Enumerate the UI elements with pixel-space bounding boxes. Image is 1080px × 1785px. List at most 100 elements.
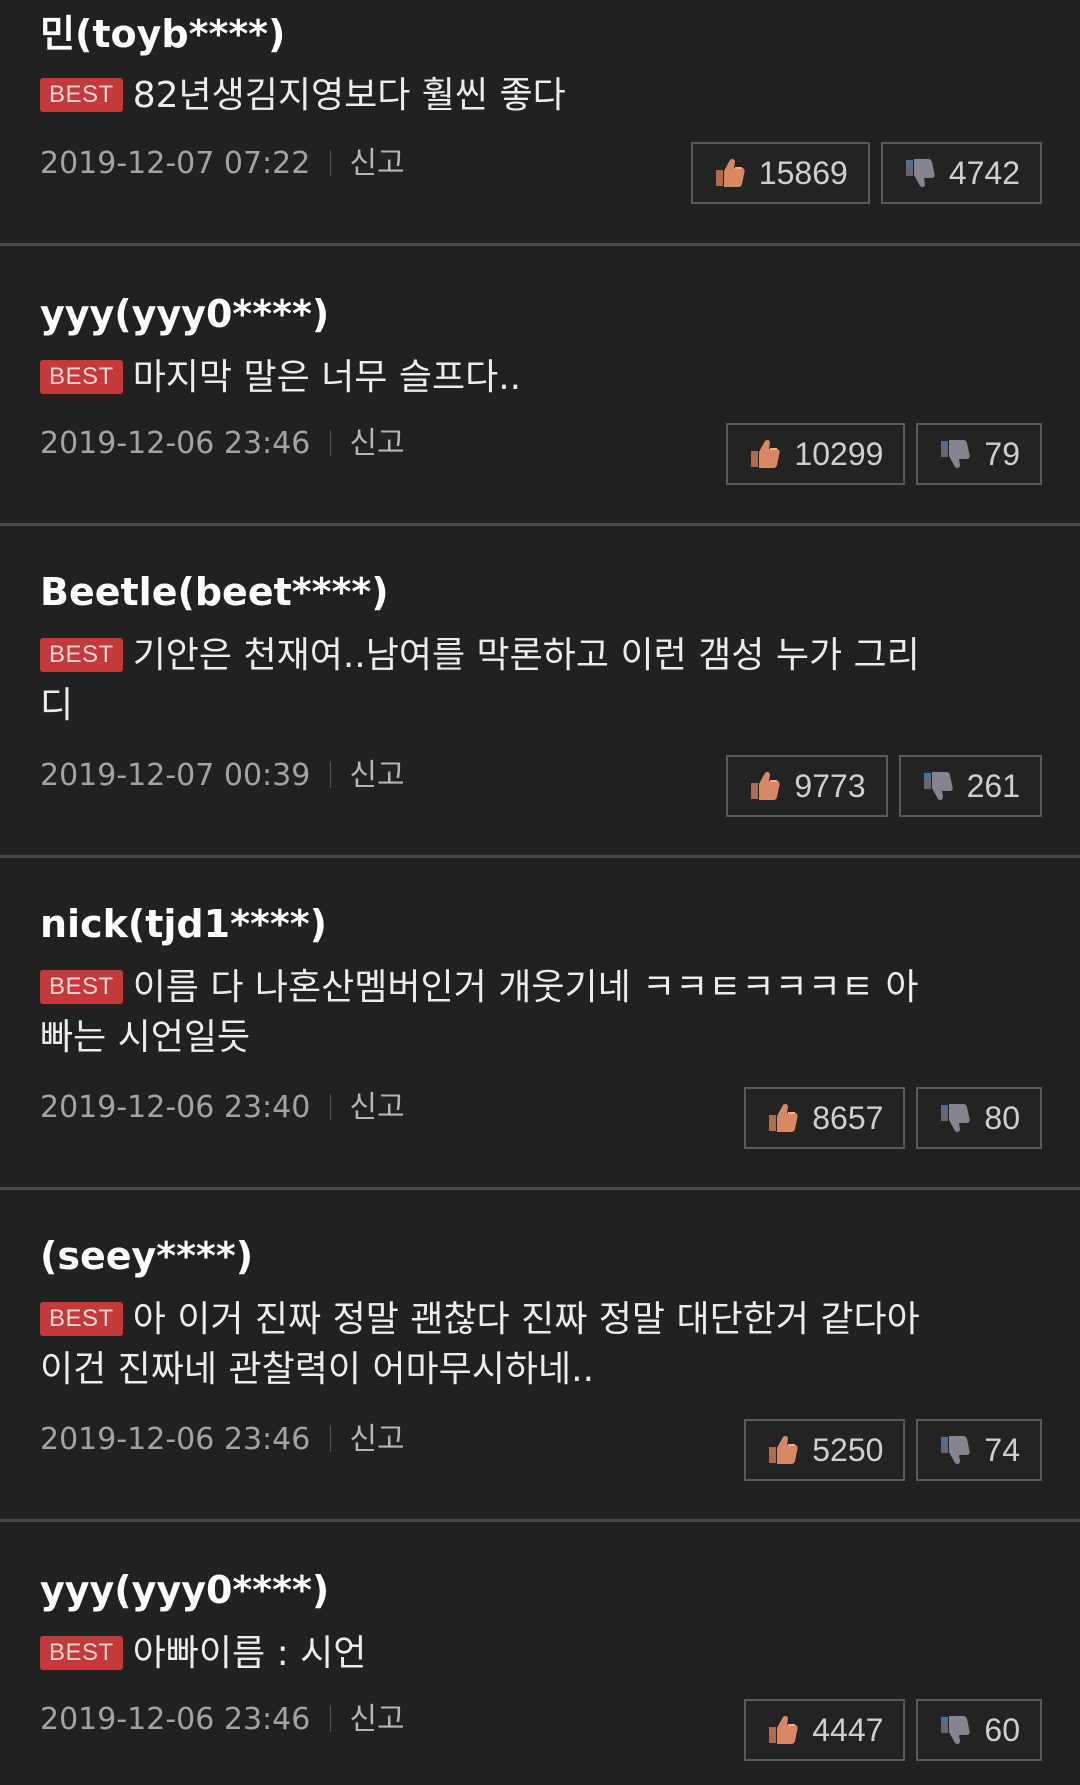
comment-meta: 2019-12-06 23:46 신고 xyxy=(40,424,405,464)
like-button[interactable]: 10299 xyxy=(726,423,906,485)
comment-date: 2019-12-06 23:46 xyxy=(40,426,311,461)
dislike-count: 4742 xyxy=(948,154,1020,191)
comment-username[interactable]: 민(toyb****) xyxy=(40,10,285,58)
meta-divider xyxy=(330,762,332,788)
like-button[interactable]: 5250 xyxy=(744,1419,906,1481)
dislike-count: 79 xyxy=(984,435,1020,472)
report-button[interactable]: 신고 xyxy=(349,1422,404,1457)
comment-text: 82년생김지영보다 훨씬 좋다 xyxy=(132,75,566,116)
best-badge: BEST xyxy=(40,638,123,672)
report-button[interactable]: 신고 xyxy=(349,146,404,181)
like-button[interactable]: 4447 xyxy=(744,1699,906,1761)
report-button[interactable]: 신고 xyxy=(349,1702,404,1737)
comment-meta: 2019-12-06 23:40 신고 xyxy=(40,1088,405,1128)
vote-buttons: 5250 74 xyxy=(744,1419,1042,1481)
dislike-count: 261 xyxy=(966,767,1020,804)
best-badge: BEST xyxy=(40,1302,123,1336)
like-count: 9773 xyxy=(794,767,866,804)
meta-divider xyxy=(330,1706,332,1732)
dislike-button[interactable]: 4742 xyxy=(880,142,1042,204)
comment-username[interactable]: yyy(yyy0****) xyxy=(40,1566,329,1614)
thumbs-down-icon xyxy=(941,440,971,469)
thumbs-down-icon xyxy=(923,772,953,801)
meta-divider xyxy=(330,1426,332,1452)
comment-text-line: 디 xyxy=(40,680,1015,732)
comment-text: 기안은 천재여..남여를 막론하고 이런 갬성 누가 그리 xyxy=(132,635,920,676)
thumbs-down-icon xyxy=(941,1104,971,1133)
best-badge: BEST xyxy=(40,360,123,394)
comment-text-line: BEST 아 이거 진짜 정말 괜찮다 진짜 정말 대단한거 같다아 xyxy=(40,1294,1015,1346)
dislike-button[interactable]: 261 xyxy=(898,755,1042,817)
comment-item: yyy(yyy0****) BEST 아빠이름 : 시언 2019-12-06 23:… xyxy=(0,1522,1080,1785)
report-button[interactable]: 신고 xyxy=(349,1090,404,1125)
comment-list: 민(toyb****) BEST 82년생김지영보다 훨씬 좋다 2019-12-07… xyxy=(0,0,1080,1785)
thumbs-up-icon xyxy=(751,771,781,800)
comment-username[interactable]: Beetle(beet****) xyxy=(40,568,389,616)
like-count: 4447 xyxy=(812,1711,884,1748)
best-badge: BEST xyxy=(40,970,123,1004)
report-button[interactable]: 신고 xyxy=(349,758,404,793)
dislike-button[interactable]: 79 xyxy=(916,423,1042,485)
comment-date: 2019-12-07 07:22 xyxy=(40,146,311,181)
comment-text: 아빠이름 : 시언 xyxy=(132,1633,367,1674)
like-count: 10299 xyxy=(794,435,884,472)
thumbs-down-icon xyxy=(941,1436,971,1465)
comment-text: 디 xyxy=(40,685,74,726)
thumbs-up-icon xyxy=(751,439,781,468)
comment-text-line: BEST 이름 다 나혼산멤버인거 개웃기네 ㅋㅋㅌㅋㅋㅋㅌ 아 xyxy=(40,962,1015,1014)
comment-text-line: 빠는 시언일듯 xyxy=(40,1012,1015,1064)
comment-date: 2019-12-06 23:40 xyxy=(40,1090,311,1125)
comment-text: 이름 다 나혼산멤버인거 개웃기네 ㅋㅋㅌㅋㅋㅋㅌ 아 xyxy=(132,967,919,1008)
dislike-count: 74 xyxy=(984,1431,1020,1468)
comment-meta: 2019-12-06 23:46 신고 xyxy=(40,1420,405,1460)
comment-username[interactable]: yyy(yyy0****) xyxy=(40,290,329,338)
meta-divider xyxy=(330,150,332,176)
dislike-count: 80 xyxy=(984,1099,1020,1136)
meta-divider xyxy=(330,430,332,456)
thumbs-up-icon xyxy=(715,158,745,187)
vote-buttons: 10299 79 xyxy=(726,423,1042,485)
comment-date: 2019-12-06 23:46 xyxy=(40,1702,311,1737)
vote-buttons: 8657 80 xyxy=(744,1087,1042,1149)
thumbs-up-icon xyxy=(769,1435,798,1464)
comment-item: nick(tjd1****) BEST 이름 다 나혼산멤버인거 개웃기네 ㅋㅋㅌㅋ… xyxy=(0,858,1080,1190)
comment-meta: 2019-12-07 07:22 신고 xyxy=(40,144,405,184)
vote-buttons: 4447 60 xyxy=(744,1699,1042,1761)
report-button[interactable]: 신고 xyxy=(349,426,404,461)
dislike-button[interactable]: 60 xyxy=(916,1699,1042,1761)
dislike-button[interactable]: 80 xyxy=(916,1087,1042,1149)
comment-text-line: BEST 마지막 말은 너무 슬프다.. xyxy=(40,352,1015,404)
like-button[interactable]: 8657 xyxy=(744,1087,906,1149)
thumbs-down-icon xyxy=(905,159,935,188)
comment-username[interactable]: (seey****) xyxy=(40,1232,253,1280)
vote-buttons: 9773 261 xyxy=(726,755,1042,817)
like-button[interactable]: 15869 xyxy=(690,142,870,204)
comment-text: 빠는 시언일듯 xyxy=(40,1017,251,1058)
comment-text-line: BEST 82년생김지영보다 훨씬 좋다 xyxy=(40,70,1015,122)
comment-item: 민(toyb****) BEST 82년생김지영보다 훨씬 좋다 2019-12-07… xyxy=(0,0,1080,246)
comment-item: yyy(yyy0****) BEST 마지막 말은 너무 슬프다.. 2019-12-… xyxy=(0,246,1080,526)
vote-buttons: 15869 4742 xyxy=(690,142,1042,204)
like-count: 15869 xyxy=(758,154,848,191)
comment-text: 이건 진짜네 관찰력이 어마무시하네.. xyxy=(40,1349,595,1390)
comment-username[interactable]: nick(tjd1****) xyxy=(40,900,327,948)
like-button[interactable]: 9773 xyxy=(726,755,888,817)
thumbs-down-icon xyxy=(941,1716,971,1745)
dislike-button[interactable]: 74 xyxy=(916,1419,1042,1481)
comment-text-line: BEST 아빠이름 : 시언 xyxy=(40,1628,1015,1680)
dislike-count: 60 xyxy=(984,1711,1020,1748)
thumbs-up-icon xyxy=(769,1715,798,1744)
comment-item: (seey****) BEST 아 이거 진짜 정말 괜찮다 진짜 정말 대단한거 … xyxy=(0,1190,1080,1522)
comment-text-line: 이건 진짜네 관찰력이 어마무시하네.. xyxy=(40,1344,1015,1396)
comment-text-line: BEST 기안은 천재여..남여를 막론하고 이런 갬성 누가 그리 xyxy=(40,630,1015,682)
best-badge: BEST xyxy=(40,78,123,112)
best-badge: BEST xyxy=(40,1636,123,1670)
comment-meta: 2019-12-06 23:46 신고 xyxy=(40,1700,405,1740)
comment-meta: 2019-12-07 00:39 신고 xyxy=(40,756,405,796)
like-count: 5250 xyxy=(812,1431,884,1468)
comment-text: 아 이거 진짜 정말 괜찮다 진짜 정말 대단한거 같다아 xyxy=(132,1299,920,1340)
meta-divider xyxy=(330,1094,332,1120)
comment-text: 마지막 말은 너무 슬프다.. xyxy=(132,357,522,398)
thumbs-up-icon xyxy=(769,1103,798,1132)
comment-date: 2019-12-07 00:39 xyxy=(40,758,311,793)
